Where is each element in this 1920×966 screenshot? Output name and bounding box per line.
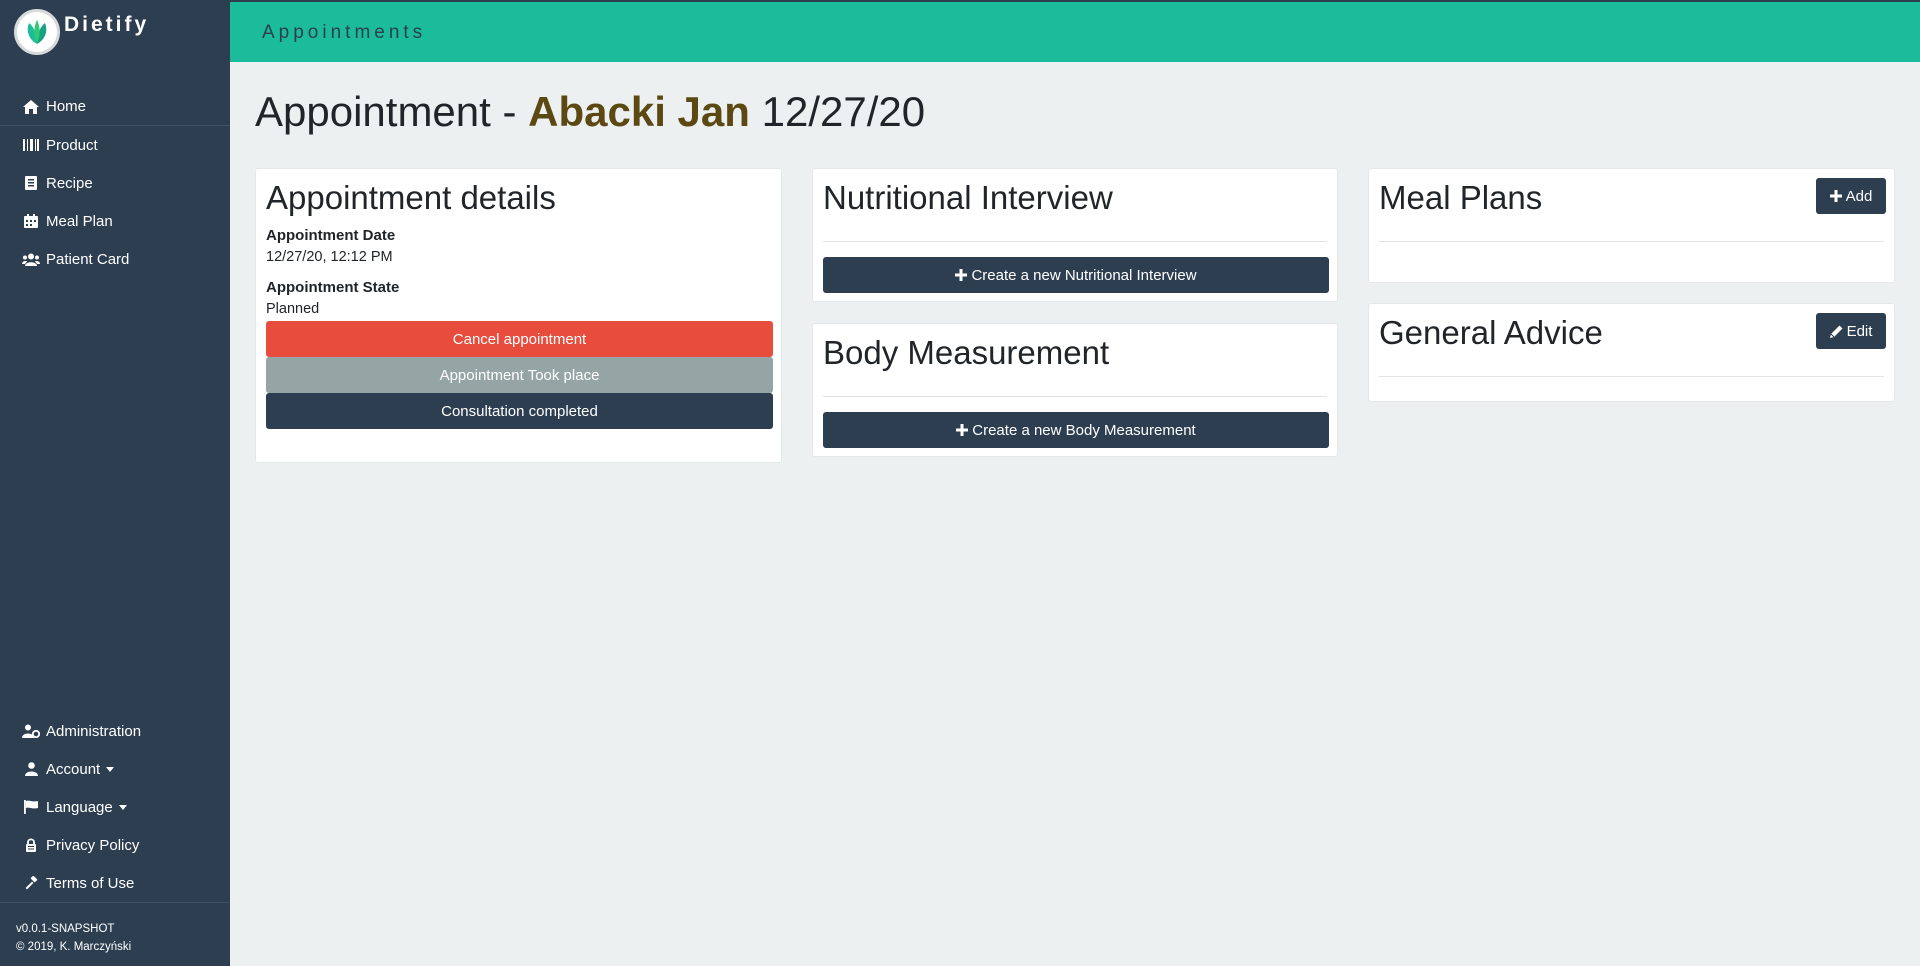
sidebar-item-patient-card[interactable]: Patient Card <box>0 240 230 278</box>
create-body-measurement-button[interactable]: Create a new Body Measurement <box>823 412 1329 448</box>
sidebar-main-nav: Home Product Recipe Meal Plan Patient Ca… <box>0 88 230 278</box>
button-label: Add <box>1845 187 1873 205</box>
meal-plans-card: Meal Plans Add <box>1368 168 1895 283</box>
card-title: Meal Plans <box>1379 179 1543 216</box>
card-divider <box>823 396 1327 397</box>
home-icon <box>22 98 40 116</box>
version-text: v0.0.1-SNAPSHOT <box>16 923 115 935</box>
button-label: Edit <box>1846 322 1873 340</box>
sidebar-item-label: Terms of Use <box>46 874 135 892</box>
create-nutritional-interview-button[interactable]: Create a new Nutritional Interview <box>823 257 1329 293</box>
appointment-took-place-button[interactable]: Appointment Took place <box>266 357 773 393</box>
appointment-date-heading: 12/27/20 <box>761 88 926 135</box>
brand[interactable]: Dietify <box>14 8 149 56</box>
sidebar-item-label: Administration <box>46 722 142 740</box>
appointment-state-label: Appointment State <box>266 279 400 296</box>
chevron-down-icon <box>118 804 127 810</box>
leaf-logo-icon <box>14 9 60 55</box>
sidebar: Dietify Home Product Recipe Meal Plan Pa… <box>0 0 230 966</box>
user-icon <box>22 760 40 778</box>
user-cog-icon <box>22 722 40 740</box>
sidebar-item-product[interactable]: Product <box>0 126 230 164</box>
chevron-down-icon <box>106 766 115 772</box>
body-measurement-card: Body Measurement Create a new Body Measu… <box>812 323 1338 457</box>
sidebar-item-administration[interactable]: Administration <box>0 712 230 750</box>
top-bar-title: Appointments <box>262 22 427 43</box>
calendar-icon <box>22 212 40 230</box>
sidebar-item-label: Product <box>46 136 98 154</box>
general-advice-card: General Advice Edit <box>1368 303 1895 402</box>
nutritional-interview-card: Nutritional Interview Create a new Nutri… <box>812 168 1338 302</box>
top-bar: Appointments <box>230 0 1920 62</box>
sidebar-item-meal-plan[interactable]: Meal Plan <box>0 202 230 240</box>
pencil-icon <box>1829 325 1843 338</box>
lock-icon <box>22 836 40 854</box>
patient-name[interactable]: Abacki Jan <box>528 88 750 135</box>
sidebar-item-label: Account <box>46 760 101 778</box>
gavel-icon <box>22 874 40 892</box>
copyright-text: © 2019, K. Marczyński <box>16 941 132 953</box>
brand-name: Dietify <box>64 13 150 36</box>
consultation-completed-button[interactable]: Consultation completed <box>266 393 773 429</box>
sidebar-item-privacy-policy[interactable]: Privacy Policy <box>0 826 230 864</box>
flag-icon <box>22 798 40 816</box>
cancel-appointment-button[interactable]: Cancel appointment <box>266 321 773 357</box>
card-divider <box>1379 376 1884 377</box>
sidebar-item-home[interactable]: Home <box>0 88 230 126</box>
button-label: Create a new Body Measurement <box>972 421 1196 439</box>
users-icon <box>22 250 40 268</box>
sidebar-footer: v0.0.1-SNAPSHOT © 2019, K. Marczyński <box>0 902 230 956</box>
page-title-prefix: Appointment - <box>255 88 517 135</box>
card-title: General Advice <box>1379 314 1603 351</box>
sidebar-item-label: Language <box>46 798 113 816</box>
button-label: Create a new Nutritional Interview <box>971 266 1197 284</box>
page-title: Appointment - Abacki Jan 12/27/20 <box>255 88 925 136</box>
appointment-date-label: Appointment Date <box>266 227 396 244</box>
sidebar-item-label: Recipe <box>46 174 93 192</box>
appointment-date-value: 12/27/20, 12:12 PM <box>266 249 393 265</box>
plus-icon <box>955 269 968 281</box>
sidebar-item-label: Home <box>46 98 87 115</box>
sidebar-item-label: Privacy Policy <box>46 836 140 854</box>
barcode-icon <box>22 136 40 154</box>
sidebar-item-recipe[interactable]: Recipe <box>0 164 230 202</box>
card-title: Body Measurement <box>823 334 1110 371</box>
sidebar-secondary-nav: Administration Account Language Privacy … <box>0 712 230 902</box>
plus-icon <box>956 424 969 436</box>
card-title: Appointment details <box>266 179 556 216</box>
card-title: Nutritional Interview <box>823 179 1113 216</box>
sidebar-item-label: Patient Card <box>46 250 130 268</box>
add-meal-plan-button[interactable]: Add <box>1816 178 1886 214</box>
appointment-state-value: Planned <box>266 301 320 317</box>
edit-general-advice-button[interactable]: Edit <box>1816 313 1886 349</box>
book-icon <box>22 174 40 192</box>
appointment-details-card: Appointment details Appointment Date 12/… <box>255 168 782 463</box>
sidebar-item-language[interactable]: Language <box>0 788 230 826</box>
plus-icon <box>1829 190 1842 202</box>
card-divider <box>823 241 1327 242</box>
sidebar-item-terms-of-use[interactable]: Terms of Use <box>0 864 230 902</box>
card-divider <box>1379 241 1884 242</box>
sidebar-item-account[interactable]: Account <box>0 750 230 788</box>
sidebar-item-label: Meal Plan <box>46 212 113 230</box>
